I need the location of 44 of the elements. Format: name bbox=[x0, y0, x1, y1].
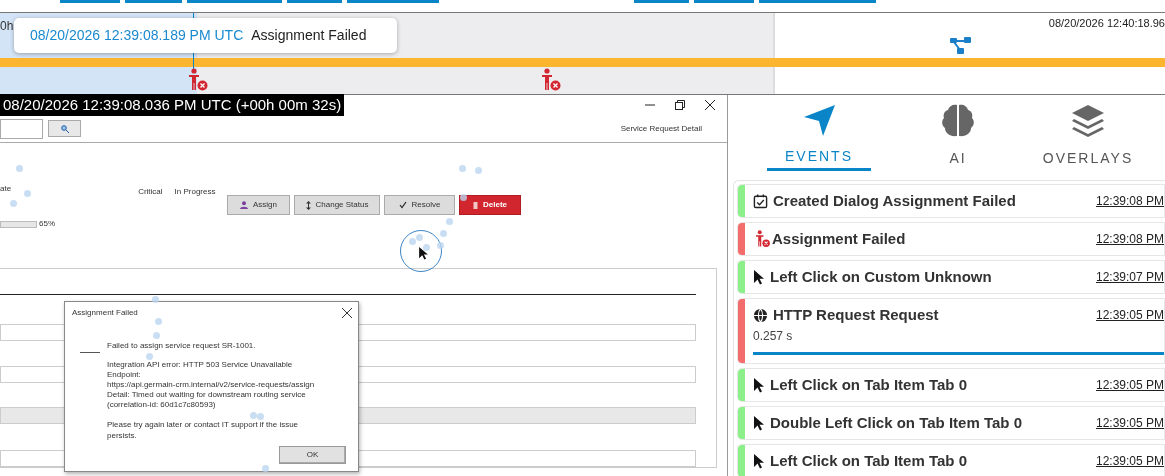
event-time[interactable]: 12:39:05 PM bbox=[1095, 414, 1164, 432]
event-card[interactable]: Left Click on Tab Item Tab 0 12:39:05 PM bbox=[737, 444, 1165, 476]
event-title: Left Click on Tab Item Tab 0 bbox=[770, 374, 967, 395]
action-button[interactable]: Assign bbox=[227, 195, 290, 215]
ok-button[interactable]: OK bbox=[279, 446, 346, 464]
action-button[interactable]: Resolve bbox=[384, 195, 455, 215]
field-label: Critical bbox=[138, 186, 163, 198]
timestamp-label: 08/20/2026 12:39:08.036 PM UTC (+00h 00m 32s) bbox=[0, 94, 345, 116]
panel-tab[interactable]: EVENTS bbox=[767, 103, 871, 171]
event-card[interactable]: Left Click on Custom Unknown 12:39:07 PM bbox=[737, 260, 1165, 294]
timeline-end-label: 08/20/2026 12:40:18.96 bbox=[1048, 16, 1165, 31]
dialog-title: Assignment Failed bbox=[72, 307, 138, 319]
event-title: Assignment Failed bbox=[772, 228, 906, 249]
event-time[interactable]: 12:39:05 PM bbox=[1095, 376, 1164, 394]
action-button[interactable]: Change Status bbox=[294, 195, 380, 215]
event-title: Left Click on Tab Item Tab 0 bbox=[770, 450, 967, 471]
event-time[interactable]: 12:39:07 PM bbox=[1095, 268, 1164, 286]
action-button[interactable]: Delete bbox=[459, 195, 521, 215]
event-time[interactable]: 12:39:05 PM bbox=[1095, 306, 1164, 324]
event-title: Left Click on Custom Unknown bbox=[770, 266, 992, 287]
event-card[interactable]: HTTP Request Request 12:39:05 PM 0.257 s bbox=[737, 298, 1165, 364]
dialog-details: Integration API error: HTTP 503 Service Unavailable Endpoint: https://api.germain-crm.internal/v2/service-requests/assign Detail: Timed out waiting for downstream routing service (correlation-id: 60d1c7c80593) bbox=[107, 360, 315, 410]
panel-tab[interactable]: OVERLAYS bbox=[1040, 103, 1136, 171]
event-card[interactable]: Double Left Click on Tab Item Tab 0 12:39:05 PM bbox=[737, 406, 1165, 440]
event-card[interactable]: Left Click on Tab Item Tab 0 12:39:05 PM bbox=[737, 368, 1165, 402]
field-label: ate bbox=[0, 183, 12, 195]
event-card[interactable]: Created Dialog Assignment Failed 12:39:08 PM bbox=[737, 184, 1165, 218]
event-duration: 0.257 s bbox=[753, 328, 794, 345]
tooltip-time: 08/20/2026 12:39:08.189 PM UTC bbox=[30, 26, 244, 45]
event-time[interactable]: 12:39:08 PM bbox=[1095, 192, 1164, 210]
event-time[interactable]: 12:39:08 PM bbox=[1095, 230, 1164, 248]
event-title: Double Left Click on Tab Item Tab 0 bbox=[770, 412, 1022, 433]
timeline-start-label: 0h bbox=[0, 19, 14, 33]
field-label: In Progress bbox=[174, 186, 216, 198]
page-title: Service Request Detail bbox=[620, 122, 702, 135]
dialog-hint: Please try again later or contact IT support if the issue persists. bbox=[107, 419, 300, 441]
dialog-message: Failed to assign service request SR-1001. bbox=[107, 340, 256, 352]
event-card[interactable]: Assignment Failed 12:39:08 PM bbox=[737, 222, 1165, 256]
tooltip-event: Assignment Failed bbox=[251, 26, 367, 45]
event-title: HTTP Request Request bbox=[773, 304, 939, 325]
event-title: Created Dialog Assignment Failed bbox=[773, 190, 1016, 211]
progress-reading: 65% bbox=[39, 218, 55, 230]
panel-tab[interactable]: AI bbox=[906, 103, 1010, 171]
event-time[interactable]: 12:39:05 PM bbox=[1095, 452, 1164, 470]
